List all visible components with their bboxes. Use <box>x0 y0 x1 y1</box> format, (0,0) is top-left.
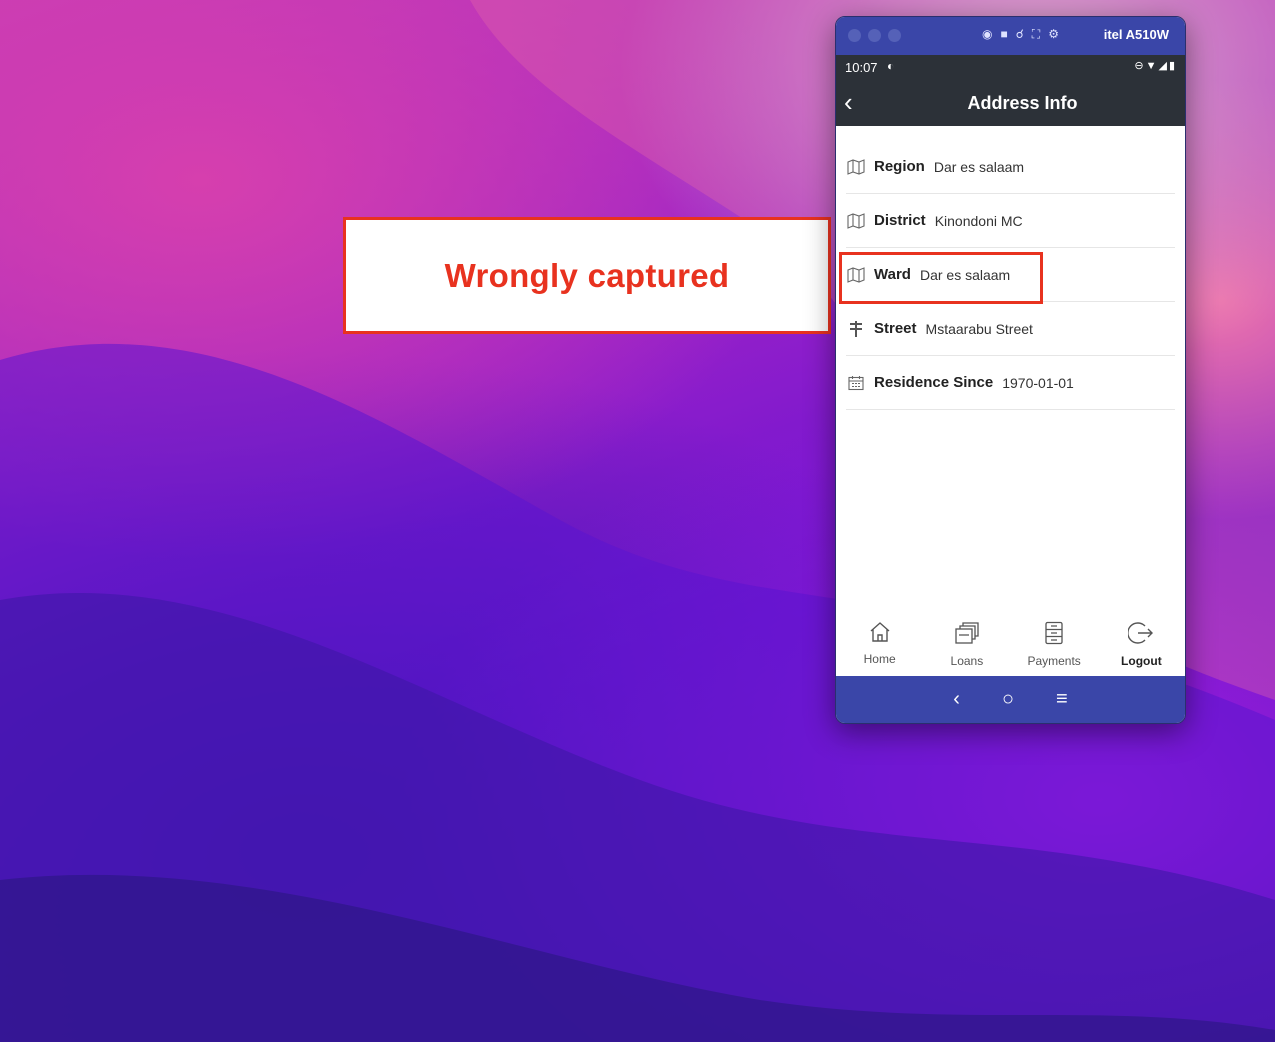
address-value: Kinondoni MC <box>934 212 1023 229</box>
address-row-ward: Ward Dar es salaam <box>839 248 1175 304</box>
nav-label: Loans <box>950 654 984 668</box>
emulator-titlebar: ◉ ■ ☌ ⛶ ⚙ itel A510W <box>836 17 1185 55</box>
emulator-window: ◉ ■ ☌ ⛶ ⚙ itel A510W 10:07 ◐ ⊖▼◢▮ ‹ Addr… <box>835 16 1186 724</box>
device-name: itel A510W <box>1103 27 1169 42</box>
camera-icon[interactable]: ◉ <box>982 27 992 42</box>
fullscreen-icon[interactable]: ⛶ <box>1032 27 1040 42</box>
nav-logout[interactable]: Logout <box>1098 613 1185 675</box>
system-home-icon[interactable]: ○ <box>1002 688 1014 711</box>
loans-icon <box>954 621 980 650</box>
nav-payments[interactable]: Payments <box>1011 613 1098 675</box>
nav-label: Logout <box>1121 654 1162 668</box>
address-row-residence-since: Residence Since 1970-01-01 <box>846 356 1175 410</box>
address-list: Region Dar es salaam District Kinondoni … <box>836 126 1185 410</box>
window-close-button[interactable] <box>848 29 861 42</box>
map-icon <box>846 158 866 176</box>
notification-icon: ◐ <box>887 59 895 73</box>
window-zoom-button[interactable] <box>888 29 901 42</box>
address-row-district: District Kinondoni MC <box>846 194 1175 248</box>
map-icon <box>846 212 866 230</box>
address-row-region: Region Dar es salaam <box>846 140 1175 194</box>
address-row-street: Street Mstaarabu Street <box>846 302 1175 356</box>
headphones-icon[interactable]: ☌ <box>1016 27 1024 42</box>
video-icon[interactable]: ■ <box>1000 27 1007 42</box>
system-back-icon[interactable]: ‹ <box>953 688 960 711</box>
android-status-bar: 10:07 ◐ ⊖▼◢▮ <box>836 55 1185 81</box>
nav-loans[interactable]: Loans <box>923 613 1010 675</box>
system-menu-icon[interactable]: ≡ <box>1056 688 1068 711</box>
address-label: Street <box>874 320 917 337</box>
home-icon <box>868 621 892 648</box>
address-value: Mstaarabu Street <box>925 320 1033 337</box>
android-system-nav: ‹ ○ ≡ <box>836 676 1185 723</box>
nav-home[interactable]: Home <box>836 613 923 675</box>
ward-highlight-box <box>839 252 1043 304</box>
signal-battery-icons: ⊖▼◢▮ <box>1134 60 1177 72</box>
address-label: Residence Since <box>874 374 994 391</box>
bottom-navigation: Home Loans Payments Logout <box>836 613 1185 675</box>
logout-icon <box>1127 621 1154 650</box>
window-minimize-button[interactable] <box>868 29 881 42</box>
annotation-text: Wrongly captured <box>444 256 730 294</box>
payments-icon <box>1043 621 1065 650</box>
page-title: Address Info <box>967 93 1078 113</box>
calendar-icon <box>846 374 866 392</box>
emulator-toolbar: ◉ ■ ☌ ⛶ ⚙ <box>982 27 1059 42</box>
address-label: Region <box>874 158 925 175</box>
status-time: 10:07 <box>845 60 878 75</box>
settings-icon[interactable]: ⚙ <box>1048 27 1059 42</box>
app-bar: ‹ Address Info <box>836 81 1185 126</box>
nav-label: Home <box>863 652 896 666</box>
address-value: Dar es salaam <box>933 158 1025 175</box>
annotation-callout: Wrongly captured <box>343 217 831 334</box>
nav-label: Payments <box>1027 654 1081 668</box>
signpost-icon <box>846 320 866 338</box>
address-value: 1970-01-01 <box>1002 374 1074 391</box>
address-label: District <box>874 212 926 229</box>
